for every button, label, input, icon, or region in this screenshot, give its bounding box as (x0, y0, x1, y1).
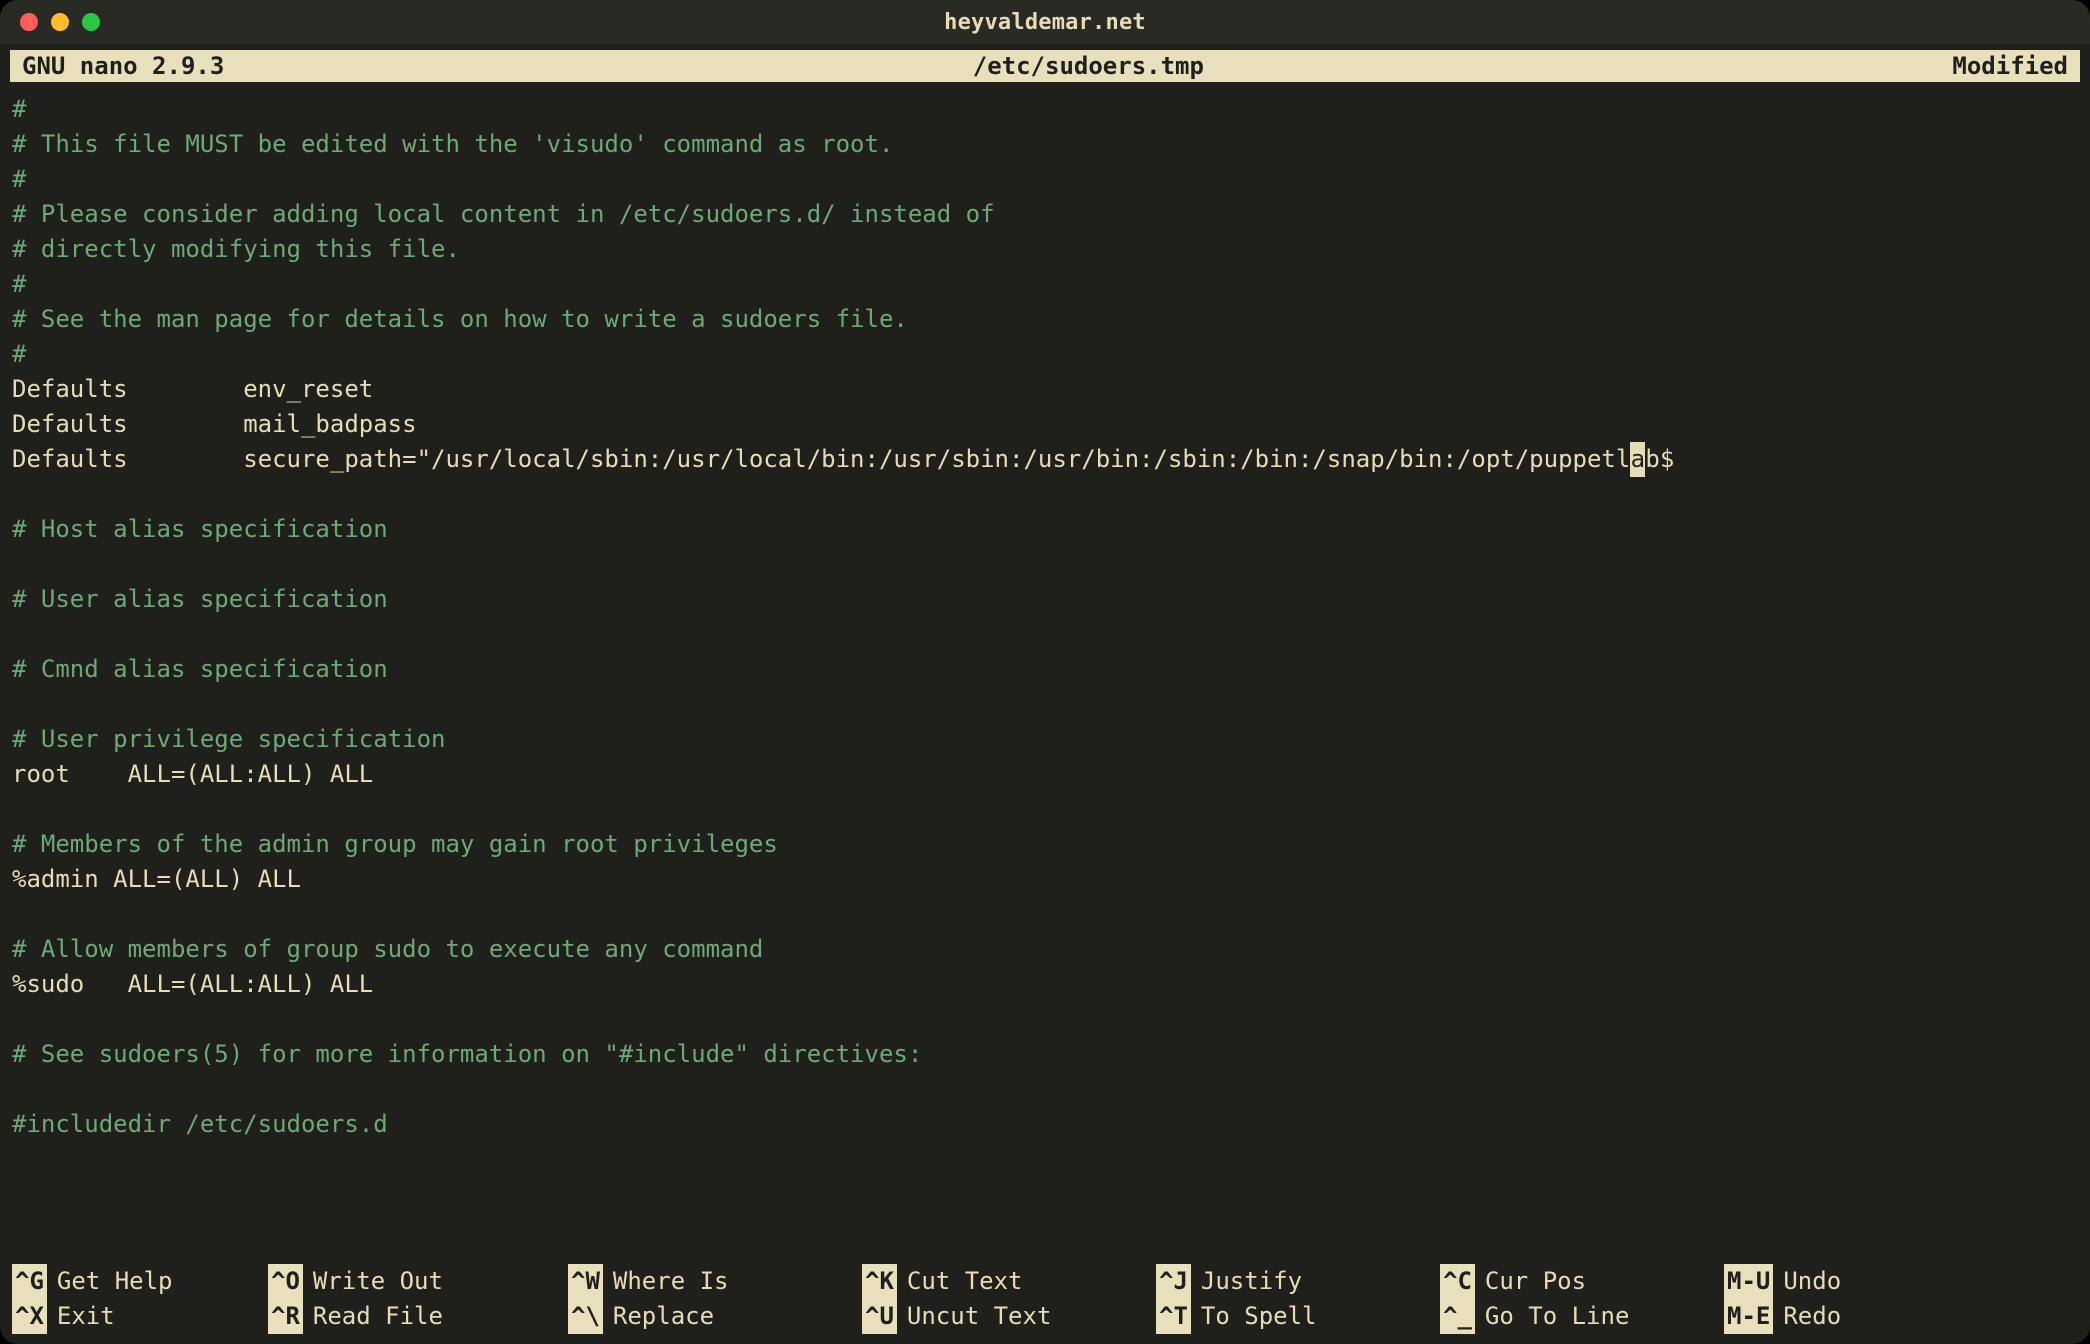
shortcut-label: Where Is (603, 1264, 729, 1299)
editor-line: # This file MUST be edited with the 'vis… (12, 127, 2078, 162)
shortcut-item[interactable]: ^XExit (12, 1299, 268, 1334)
editor-line: # (12, 162, 2078, 197)
shortcut-item[interactable]: ^OWrite Out (268, 1264, 568, 1299)
editor-line: # User privilege specification (12, 722, 2078, 757)
shortcut-key: ^J (1156, 1264, 1191, 1299)
editor-line: # See the man page for details on how to… (12, 302, 2078, 337)
minimize-icon[interactable] (51, 13, 69, 31)
nano-file-name: /etc/sudoers.tmp (224, 52, 1952, 80)
shortcut-key: ^X (12, 1299, 47, 1334)
shortcut-key: ^G (12, 1264, 47, 1299)
editor-line: # See sudoers(5) for more information on… (12, 1037, 2078, 1072)
nano-modified-flag: Modified (1952, 52, 2068, 80)
shortcut-key: ^T (1156, 1299, 1191, 1334)
shortcut-key: ^R (268, 1299, 303, 1334)
cursor: a (1630, 442, 1645, 477)
editor-line: # Members of the admin group may gain ro… (12, 827, 2078, 862)
shortcut-item[interactable]: ^WWhere Is (568, 1264, 862, 1299)
editor-line: # User alias specification (12, 582, 2078, 617)
editor-line (12, 897, 2078, 932)
editor-line (12, 1002, 2078, 1037)
shortcut-label: Cut Text (897, 1264, 1023, 1299)
shortcut-key: ^K (862, 1264, 897, 1299)
shortcut-key: ^W (568, 1264, 603, 1299)
editor-line: #includedir /etc/sudoers.d (12, 1107, 2078, 1142)
shortcut-label: Replace (603, 1299, 714, 1334)
shortcut-label: Cur Pos (1475, 1264, 1586, 1299)
nano-status-bar: GNU nano 2.9.3 /etc/sudoers.tmp Modified (10, 50, 2080, 82)
shortcut-item[interactable]: ^GGet Help (12, 1264, 268, 1299)
window-title: heyvaldemar.net (944, 10, 1146, 35)
shortcut-item[interactable]: ^CCur Pos (1440, 1264, 1724, 1299)
shortcut-row-1: ^GGet Help^OWrite Out^WWhere Is^KCut Tex… (12, 1264, 2078, 1299)
shortcut-label: Justify (1191, 1264, 1302, 1299)
shortcut-item[interactable]: ^JJustify (1156, 1264, 1440, 1299)
editor-line: # (12, 267, 2078, 302)
shortcut-label: Exit (47, 1299, 115, 1334)
shortcut-label: Read File (303, 1299, 443, 1334)
editor-line: # (12, 92, 2078, 127)
editor-line: # (12, 337, 2078, 372)
editor-line (12, 617, 2078, 652)
shortcut-item[interactable]: ^RRead File (268, 1299, 568, 1334)
maximize-icon[interactable] (82, 13, 100, 31)
shortcut-label: Go To Line (1475, 1299, 1630, 1334)
editor-line: # Please consider adding local content i… (12, 197, 2078, 232)
shortcut-key: M-U (1724, 1264, 1773, 1299)
shortcut-label: Redo (1773, 1299, 1841, 1334)
shortcut-key: ^\ (568, 1299, 603, 1334)
editor-line: root ALL=(ALL:ALL) ALL (12, 757, 2078, 792)
shortcut-key: ^U (862, 1299, 897, 1334)
editor-line: Defaults env_reset (12, 372, 2078, 407)
window-controls (20, 13, 100, 31)
shortcut-label: To Spell (1191, 1299, 1317, 1334)
shortcut-key: ^_ (1440, 1299, 1475, 1334)
shortcut-item[interactable]: ^TTo Spell (1156, 1299, 1440, 1334)
shortcut-item[interactable]: ^KCut Text (862, 1264, 1156, 1299)
close-icon[interactable] (20, 13, 38, 31)
terminal-window: heyvaldemar.net GNU nano 2.9.3 /etc/sudo… (0, 0, 2090, 1344)
shortcut-label: Get Help (47, 1264, 173, 1299)
shortcut-bar: ^GGet Help^OWrite Out^WWhere Is^KCut Tex… (0, 1263, 2090, 1344)
editor-line: # directly modifying this file. (12, 232, 2078, 267)
editor-line: # Allow members of group sudo to execute… (12, 932, 2078, 967)
editor-line: %sudo ALL=(ALL:ALL) ALL (12, 967, 2078, 1002)
editor-line: %admin ALL=(ALL) ALL (12, 862, 2078, 897)
editor-line (12, 547, 2078, 582)
editor-line: # Host alias specification (12, 512, 2078, 547)
shortcut-key: M-E (1724, 1299, 1773, 1334)
editor-line (12, 687, 2078, 722)
editor-line (12, 1072, 2078, 1107)
titlebar: heyvaldemar.net (0, 0, 2090, 44)
shortcut-key: ^C (1440, 1264, 1475, 1299)
shortcut-item[interactable]: ^_Go To Line (1440, 1299, 1724, 1334)
shortcut-row-2: ^XExit^RRead File^\Replace^UUncut Text^T… (12, 1299, 2078, 1334)
shortcut-item[interactable]: M-UUndo (1724, 1264, 1914, 1299)
editor-line: Defaults mail_badpass (12, 407, 2078, 442)
shortcut-item[interactable]: M-ERedo (1724, 1299, 1914, 1334)
editor-line (12, 477, 2078, 512)
shortcut-key: ^O (268, 1264, 303, 1299)
shortcut-label: Write Out (303, 1264, 443, 1299)
editor-area[interactable]: ## This file MUST be edited with the 'vi… (0, 82, 2090, 1263)
shortcut-item[interactable]: ^UUncut Text (862, 1299, 1156, 1334)
nano-app-name: GNU nano 2.9.3 (22, 52, 224, 80)
shortcut-label: Undo (1773, 1264, 1841, 1299)
shortcut-item[interactable]: ^\Replace (568, 1299, 862, 1334)
editor-line (12, 792, 2078, 827)
shortcut-label: Uncut Text (897, 1299, 1052, 1334)
editor-line: Defaults secure_path="/usr/local/sbin:/u… (12, 442, 2078, 477)
editor-line: # Cmnd alias specification (12, 652, 2078, 687)
